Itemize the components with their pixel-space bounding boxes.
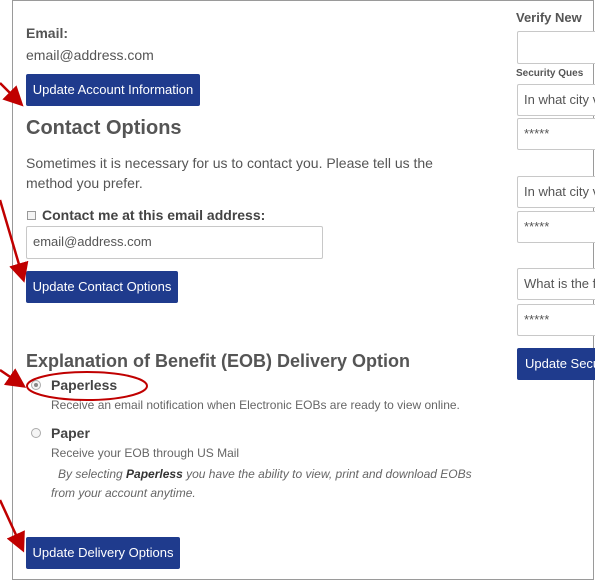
email-value: email@address.com: [26, 47, 154, 63]
security-answer-1-value: *****: [524, 126, 550, 141]
paperless-note: By selecting Paperless you have the abil…: [58, 467, 472, 481]
paper-radio[interactable]: [31, 428, 41, 438]
security-answer-2-value: *****: [524, 219, 550, 234]
contact-email-input[interactable]: email@address.com: [26, 226, 323, 259]
paperless-note-emphasis: Paperless: [126, 467, 183, 481]
security-question-2-select[interactable]: In what city v: [517, 176, 595, 208]
paperless-radio[interactable]: [31, 380, 41, 390]
paperless-note-line2: from your account anytime.: [51, 486, 196, 500]
paperless-note-prefix: By selecting: [58, 467, 127, 481]
email-label: Email:: [26, 25, 69, 41]
security-question-3-value: What is the f: [524, 276, 595, 291]
security-question-2-value: In what city v: [524, 184, 595, 199]
contact-options-description: Sometimes it is necessary for us to cont…: [26, 155, 433, 191]
security-answer-3-value: *****: [524, 312, 550, 327]
eob-delivery-heading: Explanation of Benefit (EOB) Delivery Op…: [26, 351, 411, 371]
paper-description: Receive your EOB through US Mail: [51, 446, 240, 460]
contact-email-checkbox-label: Contact me at this email address:: [42, 207, 266, 223]
paperless-label: Paperless: [51, 377, 118, 393]
contact-email-checkbox[interactable]: [27, 211, 36, 220]
security-answer-2-input[interactable]: *****: [517, 211, 595, 243]
verify-new-label: Verify New: [516, 10, 582, 25]
security-answer-3-input[interactable]: *****: [517, 304, 595, 336]
contact-email-input-value: email@address.com: [33, 234, 152, 249]
paperless-description: Receive an email notification when Elect…: [51, 398, 460, 412]
contact-options-heading: Contact Options: [26, 117, 182, 139]
update-delivery-options-button[interactable]: Update Delivery Options: [26, 537, 180, 569]
verify-new-input[interactable]: [517, 31, 595, 64]
security-question-1-value: In what city v: [524, 92, 595, 107]
update-contact-options-button[interactable]: Update Contact Options: [26, 271, 178, 303]
security-answer-1-input[interactable]: *****: [517, 118, 595, 150]
paperless-note-suffix: you have the ability to view, print and …: [182, 467, 472, 481]
paper-label: Paper: [51, 425, 90, 441]
security-question-3-select[interactable]: What is the f: [517, 268, 595, 300]
security-question-1-select[interactable]: In what city v: [517, 84, 595, 116]
update-account-button[interactable]: Update Account Information: [26, 74, 200, 106]
update-security-button[interactable]: Update Secu: [517, 348, 595, 380]
security-questions-label: Security Ques: [516, 68, 584, 79]
